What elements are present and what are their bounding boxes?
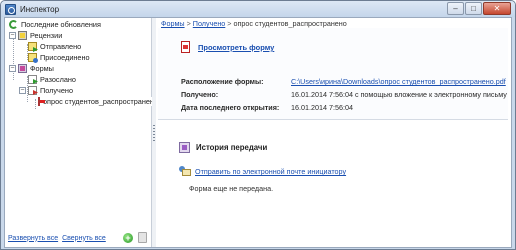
collapse-all-link[interactable]: Свернуть все <box>62 235 106 242</box>
tree-item-label: Последние обновления <box>21 20 101 29</box>
tree-item-label: Отправлено <box>40 42 82 51</box>
tree-item-forms-sent[interactable]: Разослано <box>5 74 152 85</box>
collapse-icon[interactable]: – <box>19 87 26 94</box>
breadcrumb-forms[interactable]: Формы <box>161 19 185 28</box>
footer-buttons: + <box>123 232 147 243</box>
add-icon[interactable]: + <box>123 232 133 243</box>
pdf-icon <box>38 97 45 106</box>
tree-item-label: Формы <box>30 64 54 73</box>
breadcrumb-separator: > <box>227 19 232 28</box>
pdf-icon <box>181 41 190 53</box>
history-note: Форма еще не передана. <box>189 184 274 193</box>
tree-item-reviews-sent[interactable]: Отправлено <box>5 41 152 52</box>
minimize-button[interactable]: – <box>447 2 464 15</box>
expand-all-link[interactable]: Развернуть все <box>8 235 58 242</box>
reviews-icon <box>18 31 27 40</box>
received-label: Получено: <box>181 90 219 99</box>
tree-item-reviews-joined[interactable]: Присоединено <box>5 52 152 63</box>
breadcrumb: Формы > Получено > опрос студентов_распростр… <box>161 19 347 28</box>
email-initiator-link[interactable]: Отправить по электронной почте инициатор… <box>195 167 346 176</box>
tree-item-label: опрос студентов_распространено <box>43 97 158 106</box>
last-opened-value: 16.01.2014 7:56:04 <box>291 103 353 112</box>
tree-view: Последние обновления – Рецензии Отправле… <box>5 19 158 107</box>
last-opened-label: Дата последнего открытия: <box>181 103 280 112</box>
tree-item-file[interactable]: опрос студентов_распространено <box>5 96 158 107</box>
tree-footer: Развернуть все Свернуть все + <box>5 229 152 247</box>
tree-item-forms-received[interactable]: – Получено <box>5 85 152 96</box>
collapse-icon[interactable]: – <box>9 32 16 39</box>
forms-icon <box>18 64 27 73</box>
location-label: Расположение формы: <box>181 77 264 86</box>
tree-item-forms[interactable]: – Формы <box>5 63 152 74</box>
tree-item-label: Разослано <box>40 75 76 84</box>
view-form-link[interactable]: Просмотреть форму <box>198 43 274 52</box>
history-header: История передачи <box>179 142 267 153</box>
history-icon <box>179 142 190 153</box>
trash-icon[interactable] <box>138 232 147 243</box>
tree-item-label: Получено <box>40 86 73 95</box>
email-initiator-row: Отправить по электронной почте инициатор… <box>179 166 346 177</box>
refresh-icon <box>9 20 18 29</box>
breadcrumb-current: опрос студентов_распространено <box>233 19 347 28</box>
received-icon <box>28 86 37 95</box>
breadcrumb-received[interactable]: Получено <box>193 19 226 28</box>
content-frame: Последние обновления – Рецензии Отправле… <box>4 17 512 248</box>
distributed-icon <box>28 75 37 84</box>
details-pane: Формы > Получено > опрос студентов_распростр… <box>156 18 511 247</box>
history-title: История передачи <box>196 143 268 152</box>
tree-item-label: Присоединено <box>40 53 90 62</box>
splitter-grip-icon[interactable] <box>153 125 155 143</box>
breadcrumb-separator: > <box>186 19 191 28</box>
window-title: Инспектор <box>20 4 60 14</box>
maximize-button[interactable]: □ <box>465 2 482 15</box>
close-button[interactable]: ✕ <box>483 2 511 15</box>
title-bar: Инспектор – □ ✕ <box>1 1 515 17</box>
email-icon <box>179 166 191 177</box>
form-details-section: Просмотреть форму Расположение формы: C:… <box>158 28 508 120</box>
tree-item-latest[interactable]: Последние обновления <box>5 19 152 30</box>
app-icon <box>5 3 16 15</box>
sent-icon <box>28 42 37 51</box>
location-link[interactable]: C:\Users\ирина\Downloads\опрос студентов… <box>291 77 506 86</box>
joined-icon <box>28 53 38 63</box>
window-controls: – □ ✕ <box>447 2 511 15</box>
tree-item-reviews[interactable]: – Рецензии <box>5 30 152 41</box>
inspector-window: Инспектор – □ ✕ Последние обновления – Р <box>0 0 516 250</box>
navigation-pane: Последние обновления – Рецензии Отправле… <box>5 18 158 247</box>
received-value: 16.01.2014 7:56:04 с помощью вложение к … <box>291 90 507 99</box>
collapse-icon[interactable]: – <box>9 65 16 72</box>
tree-item-label: Рецензии <box>30 31 63 40</box>
